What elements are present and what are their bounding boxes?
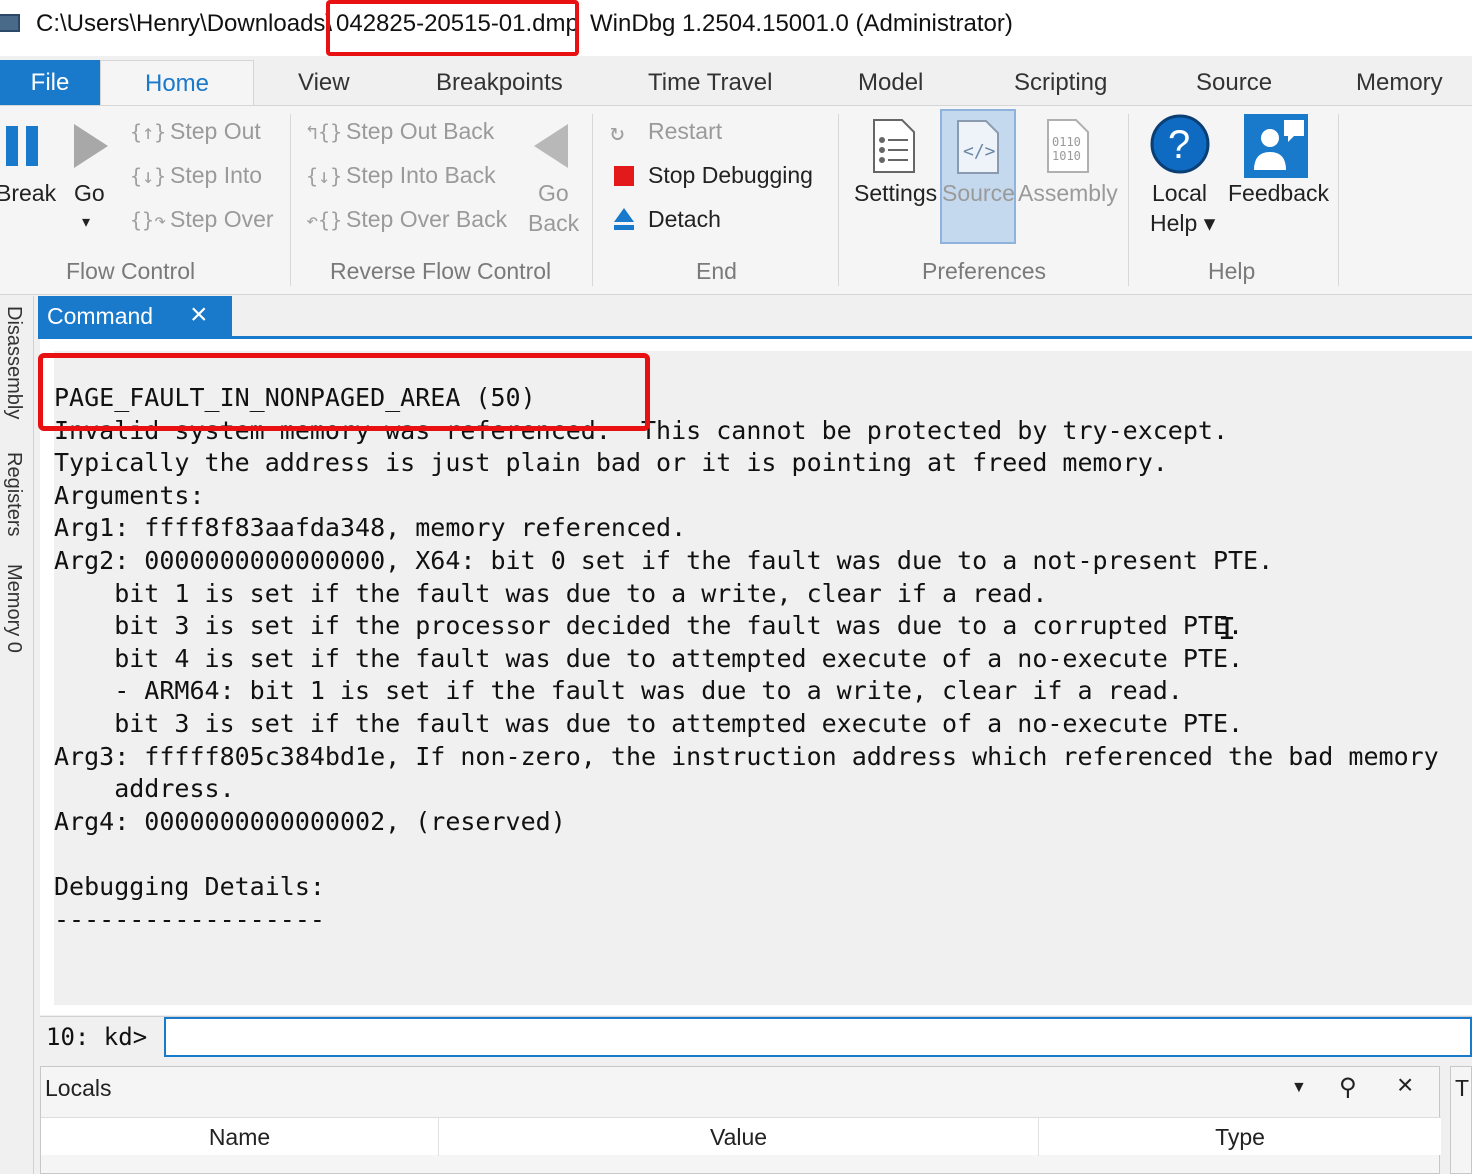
go-label: Go <box>74 180 105 206</box>
ribbon-separator <box>1338 114 1339 286</box>
text-cursor-icon: I <box>1218 612 1237 647</box>
tab-home[interactable]: Home <box>100 60 254 106</box>
ribbon-separator <box>1128 114 1129 286</box>
step-into-icon: {↓} <box>130 164 167 188</box>
restart-button[interactable]: Restart <box>648 118 722 145</box>
restart-icon: ↻ <box>610 118 625 146</box>
source-code-icon: </> <box>957 120 999 174</box>
step-out-icon: {↑} <box>130 120 167 144</box>
tab-memory[interactable]: Memory <box>1356 60 1443 106</box>
ribbon-separator <box>838 114 839 286</box>
locals-title: Locals <box>45 1075 112 1101</box>
title-app-name: WinDbg 1.2504.15001.0 (Administrator) <box>590 10 1013 37</box>
sidetab-memory-0[interactable]: Memory 0 <box>2 564 25 653</box>
command-prompt-row: 10: kd> <box>40 1016 1472 1057</box>
svg-text:?: ? <box>1168 123 1190 167</box>
tab-breakpoints[interactable]: Breakpoints <box>436 60 563 106</box>
ribbon-tabs: File Home View Breakpoints Time Travel M… <box>0 60 1472 106</box>
group-label-help: Help <box>1208 258 1256 284</box>
go-back-label-1: Go <box>538 180 569 206</box>
locals-panel: Locals ▼ ⚲ × Name Value Type <box>40 1066 1441 1174</box>
step-into-back-icon: {↓} <box>306 164 343 188</box>
command-output-text: PAGE_FAULT_IN_NONPAGED_AREA (50) Invalid… <box>54 383 1439 934</box>
right-panel-label: T <box>1455 1075 1470 1101</box>
pin-icon[interactable]: ⚲ <box>1339 1073 1357 1102</box>
assembly-binary-icon: 0110 1010 <box>1047 119 1089 173</box>
locals-header-row: Name Value Type <box>41 1117 1441 1156</box>
local-help-label-1: Local <box>1152 180 1207 206</box>
command-input[interactable] <box>164 1017 1472 1057</box>
group-label-end: End <box>696 258 737 284</box>
side-tabs: Disassembly Registers Memory 0 <box>0 296 34 1174</box>
tab-model[interactable]: Model <box>858 60 923 106</box>
column-header-type[interactable]: Type <box>1039 1118 1441 1156</box>
stop-icon <box>614 166 634 186</box>
command-output-area[interactable]: PAGE_FAULT_IN_NONPAGED_AREA (50) Invalid… <box>40 339 1472 1015</box>
sidetab-registers[interactable]: Registers <box>2 452 25 536</box>
sidetab-disassembly[interactable]: Disassembly <box>2 306 25 419</box>
step-over-back-button[interactable]: Step Over Back <box>346 206 507 233</box>
ribbon-separator <box>592 114 593 286</box>
go-dropdown-icon[interactable]: ▾ <box>82 212 90 232</box>
command-tab-label: Command <box>47 303 154 329</box>
group-label-reverse-flow: Reverse Flow Control <box>330 258 552 284</box>
step-over-button[interactable]: Step Over <box>170 206 274 233</box>
kd-prompt-label: 10: kd> <box>40 1017 164 1057</box>
tab-command[interactable]: Command × <box>38 296 232 338</box>
ribbon-panel: Break Go ▾ {↑} Step Out {↓} Step Into {}… <box>0 105 1472 295</box>
source-label: Source <box>942 180 1015 206</box>
step-out-back-button[interactable]: Step Out Back <box>346 118 494 145</box>
highlight-box-filename <box>326 0 579 56</box>
group-label-preferences: Preferences <box>922 258 1047 284</box>
group-label-flow-control: Flow Control <box>66 258 196 284</box>
detach-button[interactable]: Detach <box>648 206 721 233</box>
step-out-button[interactable]: Step Out <box>170 118 261 145</box>
dropdown-icon[interactable]: ▼ <box>1291 1079 1307 1097</box>
tab-view[interactable]: View <box>298 60 350 106</box>
svg-text:1010: 1010 <box>1052 149 1081 163</box>
step-over-back-icon: ↶{} <box>306 208 343 232</box>
close-icon[interactable]: × <box>1397 1069 1413 1101</box>
svg-text:0110: 0110 <box>1052 135 1081 149</box>
windbg-app-icon <box>0 14 20 32</box>
break-label: Break <box>0 180 57 206</box>
step-into-back-button[interactable]: Step Into Back <box>346 162 496 189</box>
pause-icon <box>6 126 38 166</box>
close-icon[interactable]: × <box>190 298 208 332</box>
column-header-value[interactable]: Value <box>439 1118 1039 1156</box>
eject-icon <box>614 208 634 230</box>
stop-debugging-button[interactable]: Stop Debugging <box>648 162 813 189</box>
feedback-label: Feedback <box>1228 180 1330 206</box>
settings-document-icon <box>873 119 915 173</box>
svg-text:</>: </> <box>963 141 996 162</box>
right-side-panel: T <box>1450 1066 1472 1174</box>
ribbon-separator <box>290 114 291 286</box>
step-out-back-icon: ↰{} <box>306 120 343 144</box>
title-bar: C:\Users\Henry\Downloads\ 042825-20515-0… <box>0 0 1472 56</box>
go-back-label-2: Back <box>528 210 580 236</box>
reverse-play-icon <box>534 124 568 168</box>
feedback-person-icon <box>1244 114 1308 178</box>
tab-time-travel[interactable]: Time Travel <box>648 60 772 106</box>
local-help-label-2: Help ▾ <box>1150 210 1216 236</box>
highlight-box-bugcheck <box>38 353 650 431</box>
tab-source[interactable]: Source <box>1196 60 1272 106</box>
assembly-label: Assembly <box>1018 180 1118 206</box>
help-question-icon: ? <box>1150 114 1210 174</box>
step-into-button[interactable]: Step Into <box>170 162 262 189</box>
tab-file[interactable]: File <box>0 60 100 106</box>
step-over-icon: {}↷ <box>130 208 167 232</box>
source-button[interactable]: </> Source <box>940 109 1016 244</box>
tab-scripting[interactable]: Scripting <box>1014 60 1107 106</box>
title-path: C:\Users\Henry\Downloads\ <box>36 10 333 37</box>
play-icon <box>74 124 108 168</box>
command-output-background: PAGE_FAULT_IN_NONPAGED_AREA (50) Invalid… <box>54 351 1472 1005</box>
settings-label: Settings <box>854 180 938 206</box>
column-header-name[interactable]: Name <box>41 1118 439 1156</box>
